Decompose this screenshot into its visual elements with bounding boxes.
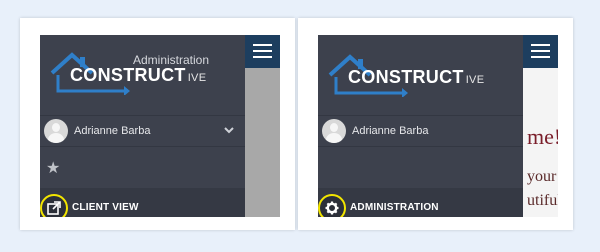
content-fragment: me! <box>527 124 558 149</box>
chevron-down-icon[interactable] <box>223 124 235 136</box>
favorites-row[interactable]: ★ <box>40 148 245 188</box>
sidebar: CONSTRUCT IVE Adrianne Barba ADMINISTRAT… <box>318 35 523 217</box>
hamburger-menu-icon[interactable] <box>253 44 272 58</box>
content-fragment: your <box>527 168 557 185</box>
gear-icon[interactable] <box>325 201 339 215</box>
administration-link[interactable]: ADMINISTRATION <box>318 188 523 217</box>
content-area <box>245 68 280 217</box>
content-fragment: utiful <box>527 192 558 209</box>
user-name: Adrianne Barba <box>352 125 429 137</box>
avatar <box>44 119 68 143</box>
client-view-label: CLIENT VIEW <box>72 202 139 213</box>
highlight-ring <box>318 194 346 217</box>
screenshot-card-client-view: Administration CONSTRUCT IVE Adrianne Bar… <box>20 18 295 230</box>
hamburger-menu-icon[interactable] <box>531 44 550 58</box>
administration-label: ADMINISTRATION <box>350 202 439 213</box>
star-icon[interactable]: ★ <box>46 158 60 178</box>
logo-text: CONSTRUCT IVE <box>348 67 485 87</box>
app-screen: CONSTRUCT IVE Adrianne Barba ADMINISTRAT… <box>318 35 558 217</box>
content-area: me! your utiful <box>523 68 558 217</box>
constructive-logo[interactable]: CONSTRUCT IVE <box>328 54 484 103</box>
highlight-ring <box>40 194 68 217</box>
screenshot-card-administration: CONSTRUCT IVE Adrianne Barba ADMINISTRAT… <box>298 18 573 230</box>
user-name: Adrianne Barba <box>74 125 151 137</box>
avatar <box>322 119 346 143</box>
sidebar: Administration CONSTRUCT IVE Adrianne Bar… <box>40 35 245 217</box>
user-menu[interactable]: Adrianne Barba <box>318 115 523 147</box>
constructive-logo[interactable]: CONSTRUCT IVE <box>50 51 206 95</box>
topbar <box>523 35 558 68</box>
app-screen: Administration CONSTRUCT IVE Adrianne Bar… <box>40 35 280 217</box>
topbar <box>245 35 280 68</box>
external-link-icon[interactable] <box>47 201 61 215</box>
user-menu[interactable]: Adrianne Barba <box>40 115 245 147</box>
client-view-link[interactable]: CLIENT VIEW <box>40 188 245 217</box>
logo-text: CONSTRUCT IVE <box>70 65 207 85</box>
